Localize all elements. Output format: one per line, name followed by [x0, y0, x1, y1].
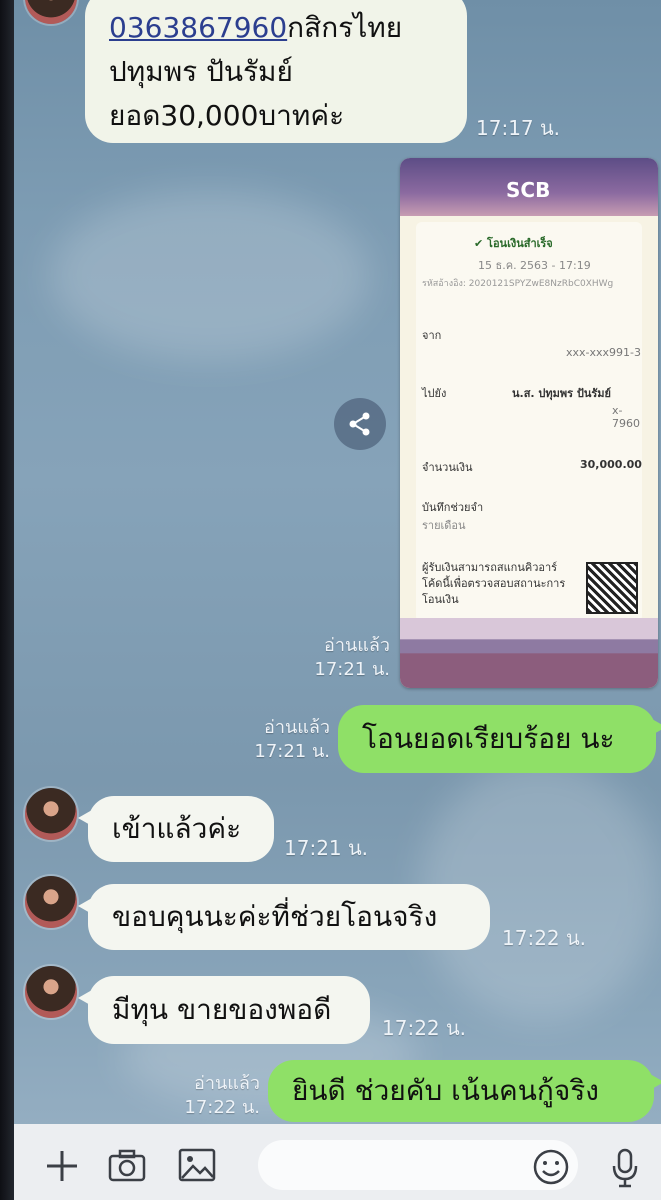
slip-note: ผู้รับเงินสามารถสแกนคิวอาร์โค้ดนี้เพื่อต… [422, 561, 566, 606]
message-bubble-incoming[interactable]: 0363867960กสิกรไทย ปทุมพร ปันรัมย์ ยอด30… [85, 0, 467, 143]
slip-status: ✔ โอนเงินสำเร็จ [474, 237, 553, 250]
slip-amount-label: จำนวนเงิน [422, 461, 473, 474]
message-time: 17:17 น. [476, 116, 561, 140]
screen-edge [0, 0, 14, 1200]
qr-code [586, 562, 638, 614]
background-cloud [50, 190, 370, 360]
message-bubble-incoming[interactable]: ขอบคุนนะค่ะที่ช่วยโอนจริง [78, 884, 490, 950]
message-text: เข้าแล้วค่ะ [112, 812, 242, 845]
emoji-icon[interactable] [532, 1148, 570, 1192]
transfer-slip-image[interactable]: SCB ✔ โอนเงินสำเร็จ 15 ธ.ค. 2563 - 17:19… [400, 158, 658, 688]
bank-logo: SCB [506, 178, 551, 202]
read-receipt: อ่านแล้ว 17:21 น. [240, 716, 330, 764]
message-text: กสิกรไทย [287, 11, 403, 44]
slip-footer-art [400, 618, 658, 688]
phone-link[interactable]: 0363867960 [109, 11, 287, 44]
slip-amount: 30,000.00 [580, 458, 642, 471]
slip-to-name: น.ส. ปทุมพร ปันรัมย์ [512, 387, 611, 400]
message-bubble-incoming[interactable]: เข้าแล้วค่ะ [78, 796, 274, 862]
avatar[interactable] [25, 876, 77, 928]
message-time: 17:21 น. [314, 659, 390, 680]
slip-date: 15 ธ.ค. 2563 - 17:19 [478, 259, 591, 272]
slip-memo: รายเดือน [422, 519, 466, 532]
message-time: 17:22 น. [502, 926, 587, 950]
slip-from-label: จาก [422, 329, 442, 342]
camera-icon[interactable] [108, 1148, 146, 1188]
message-bubble-outgoing[interactable]: โอนยอดเรียบร้อย นะ [338, 705, 661, 773]
message-text: โอนยอดเรียบร้อย นะ [362, 722, 615, 755]
avatar[interactable] [25, 788, 77, 840]
slip-memo-label: บันทึกช่วยจำ [422, 501, 484, 514]
image-icon[interactable] [178, 1148, 216, 1188]
message-time: 17:21 น. [254, 741, 330, 762]
message-text: ขอบคุนนะค่ะที่ช่วยโอนจริง [112, 900, 438, 933]
slip-ref: รหัสอ้างอิง: 2020121SPYZwE8NzRbC0XHWg [422, 279, 614, 289]
message-time: 17:22 น. [184, 1097, 260, 1118]
message-text: ปทุมพร ปันรัมย์ [109, 55, 293, 88]
slip-header: SCB [400, 158, 658, 216]
message-bubble-outgoing[interactable]: ยินดี ช่วยคับ เน้นคนกู้จริง [268, 1060, 661, 1122]
slip-to-label: ไปยัง [422, 387, 447, 400]
message-text: ยอด30,000บาทค่ะ [109, 99, 345, 132]
mic-icon[interactable] [610, 1148, 640, 1194]
avatar[interactable] [25, 0, 77, 24]
avatar[interactable] [25, 966, 77, 1018]
slip-to-account: x-7960 [612, 404, 640, 430]
message-text: มีทุน ขายของพอดี [112, 993, 332, 1026]
plus-icon[interactable] [44, 1148, 80, 1190]
slip-from-account: xxx-xxx991-3 [566, 346, 641, 359]
read-receipt: อ่านแล้ว 17:21 น. [300, 634, 390, 682]
message-time: 17:22 น. [382, 1016, 467, 1040]
share-icon[interactable] [334, 398, 386, 450]
message-input[interactable] [258, 1140, 578, 1190]
read-receipt: อ่านแล้ว 17:22 น. [170, 1072, 260, 1120]
message-text: ยินดี ช่วยคับ เน้นคนกู้จริง [292, 1074, 599, 1107]
message-bubble-incoming[interactable]: มีทุน ขายของพอดี [78, 976, 370, 1044]
message-time: 17:21 น. [284, 836, 369, 860]
